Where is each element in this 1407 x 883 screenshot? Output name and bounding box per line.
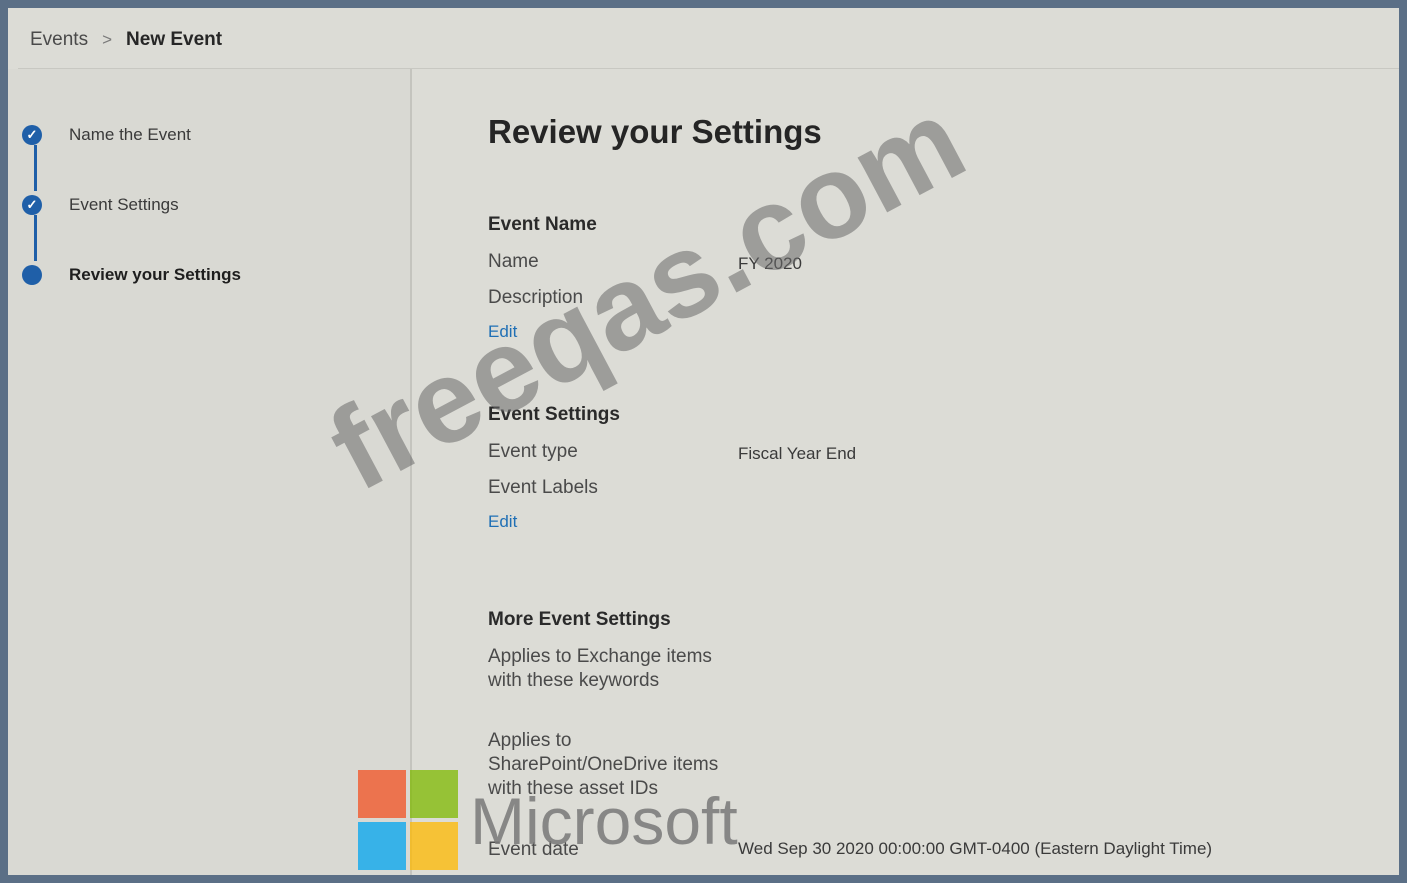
review-panel: Review your Settings Event Name Name FY …: [488, 8, 1399, 875]
breadcrumb-current: New Event: [126, 29, 223, 50]
description-label: Description: [488, 287, 584, 308]
chevron-right-icon: >: [102, 30, 113, 49]
event-name-section-title: Event Name: [488, 214, 597, 235]
step-label: Event Settings: [69, 195, 179, 214]
step-connector: [34, 215, 37, 261]
wizard-steps-panel: ✓ Name the Event ✓ Event Settings Review…: [8, 69, 412, 875]
name-label: Name: [488, 251, 539, 272]
event-type-label: Event type: [488, 441, 578, 462]
event-labels-label: Event Labels: [488, 477, 598, 498]
edit-event-settings-link[interactable]: Edit: [488, 512, 517, 532]
step-review-settings[interactable]: Review your Settings: [22, 265, 241, 285]
page-title: Review your Settings: [488, 113, 822, 150]
step-connector: [34, 145, 37, 191]
breadcrumb-events-link[interactable]: Events: [30, 29, 88, 51]
event-settings-section-title: Event Settings: [488, 404, 620, 425]
event-type-value: Fiscal Year End: [738, 444, 857, 463]
edit-event-name-link[interactable]: Edit: [488, 322, 517, 342]
exchange-keywords-label: Applies to Exchange items with these key…: [488, 646, 712, 691]
event-date-label: Event date: [488, 839, 579, 860]
step-label: Name the Event: [69, 125, 191, 144]
more-settings-section-title: More Event Settings: [488, 609, 671, 630]
dot-icon: [22, 265, 42, 285]
breadcrumb: Events > New Event: [30, 22, 222, 58]
name-value: FY 2020: [738, 254, 802, 273]
check-icon: ✓: [22, 195, 42, 215]
sharepoint-asset-ids-label: Applies to SharePoint/OneDrive items wit…: [488, 730, 719, 799]
event-date-value: Wed Sep 30 2020 00:00:00 GMT-0400 (Easte…: [738, 839, 1213, 858]
check-icon: ✓: [22, 125, 42, 145]
app-window: Events > New Event ✓ Name the Event ✓ Ev…: [8, 8, 1399, 875]
step-label: Review your Settings: [69, 265, 241, 284]
step-event-settings[interactable]: ✓ Event Settings: [22, 195, 179, 215]
step-name-the-event[interactable]: ✓ Name the Event: [22, 125, 191, 145]
